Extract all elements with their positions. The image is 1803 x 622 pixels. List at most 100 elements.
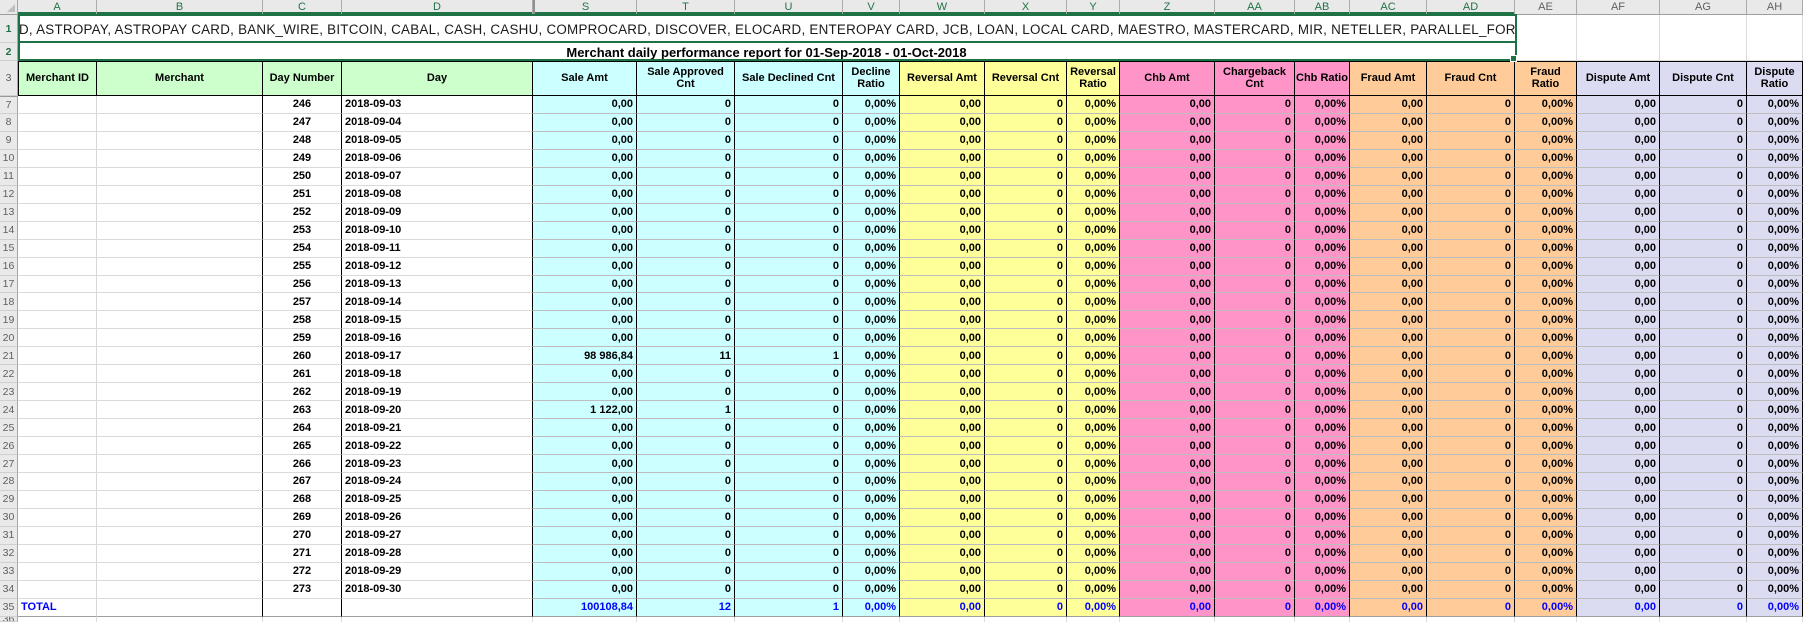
cell-A33[interactable] bbox=[18, 563, 97, 581]
cell-AE16[interactable]: 0,00% bbox=[1515, 258, 1577, 276]
cell-D18[interactable]: 2018-09-14 bbox=[342, 293, 533, 311]
cell-AE20[interactable]: 0,00% bbox=[1515, 329, 1577, 347]
cell-AC32[interactable]: 0,00 bbox=[1350, 545, 1427, 563]
cell-AB7[interactable]: 0,00% bbox=[1295, 96, 1350, 114]
cell-AE19[interactable]: 0,00% bbox=[1515, 311, 1577, 329]
cell-AF21[interactable]: 0,00 bbox=[1577, 347, 1660, 365]
cell-AD9[interactable]: 0 bbox=[1427, 132, 1515, 150]
cell-AE33[interactable]: 0,00% bbox=[1515, 563, 1577, 581]
cell-D16[interactable]: 2018-09-12 bbox=[342, 258, 533, 276]
cell-AF13[interactable]: 0,00 bbox=[1577, 204, 1660, 222]
cell-W24[interactable]: 0,00 bbox=[900, 401, 985, 419]
cell-D22[interactable]: 2018-09-18 bbox=[342, 365, 533, 383]
cell-AD27[interactable]: 0 bbox=[1427, 455, 1515, 473]
cell-T19[interactable]: 0 bbox=[637, 311, 735, 329]
row-header-18[interactable]: 18 bbox=[0, 293, 18, 311]
row-header-16[interactable]: 16 bbox=[0, 258, 18, 276]
cell-AC25[interactable]: 0,00 bbox=[1350, 419, 1427, 437]
cell-AF10[interactable]: 0,00 bbox=[1577, 150, 1660, 168]
cell-AD34[interactable]: 0 bbox=[1427, 581, 1515, 599]
cell-B19[interactable] bbox=[97, 311, 263, 329]
cell-AH28[interactable]: 0,00% bbox=[1747, 473, 1803, 491]
cell-AE13[interactable]: 0,00% bbox=[1515, 204, 1577, 222]
cell-AD19[interactable]: 0 bbox=[1427, 311, 1515, 329]
cell-W34[interactable]: 0,00 bbox=[900, 581, 985, 599]
cell-B27[interactable] bbox=[97, 455, 263, 473]
cell-D17[interactable]: 2018-09-13 bbox=[342, 276, 533, 294]
cell-A17[interactable] bbox=[18, 276, 97, 294]
cell-AE29[interactable]: 0,00% bbox=[1515, 491, 1577, 509]
cell-AB33[interactable]: 0,00% bbox=[1295, 563, 1350, 581]
cell-T27[interactable]: 0 bbox=[637, 455, 735, 473]
row-header-11[interactable]: 11 bbox=[0, 168, 18, 186]
cell-AG14[interactable]: 0 bbox=[1660, 222, 1747, 240]
row-header-22[interactable]: 22 bbox=[0, 365, 18, 383]
total-cell-V[interactable]: 0,00% bbox=[843, 599, 900, 617]
cell-D36[interactable] bbox=[342, 617, 533, 622]
cell-V18[interactable]: 0,00% bbox=[843, 293, 900, 311]
cell-AB13[interactable]: 0,00% bbox=[1295, 204, 1350, 222]
cell-A26[interactable] bbox=[18, 437, 97, 455]
cell-AF8[interactable]: 0,00 bbox=[1577, 114, 1660, 132]
cell-AH18[interactable]: 0,00% bbox=[1747, 293, 1803, 311]
cell-X15[interactable]: 0 bbox=[985, 240, 1067, 258]
cell-AD13[interactable]: 0 bbox=[1427, 204, 1515, 222]
cell-AC31[interactable]: 0,00 bbox=[1350, 527, 1427, 545]
cell-AC9[interactable]: 0,00 bbox=[1350, 132, 1427, 150]
cell-Y29[interactable]: 0,00% bbox=[1067, 491, 1120, 509]
cell-W17[interactable]: 0,00 bbox=[900, 276, 985, 294]
cell-T7[interactable]: 0 bbox=[637, 96, 735, 114]
cell-AH12[interactable]: 0,00% bbox=[1747, 186, 1803, 204]
cell-S24[interactable]: 1 122,00 bbox=[533, 401, 637, 419]
cell-A32[interactable] bbox=[18, 545, 97, 563]
cell-D28[interactable]: 2018-09-24 bbox=[342, 473, 533, 491]
cell-AH27[interactable]: 0,00% bbox=[1747, 455, 1803, 473]
cell-AD11[interactable]: 0 bbox=[1427, 168, 1515, 186]
cell-AC10[interactable]: 0,00 bbox=[1350, 150, 1427, 168]
cell-A29[interactable] bbox=[18, 491, 97, 509]
row-header-12[interactable]: 12 bbox=[0, 186, 18, 204]
select-all-corner[interactable] bbox=[0, 0, 18, 15]
row-header-21[interactable]: 21 bbox=[0, 347, 18, 365]
cell-T11[interactable]: 0 bbox=[637, 168, 735, 186]
cell-U24[interactable]: 0 bbox=[735, 401, 843, 419]
cell-AF30[interactable]: 0,00 bbox=[1577, 509, 1660, 527]
cell-W20[interactable]: 0,00 bbox=[900, 329, 985, 347]
cell-V19[interactable]: 0,00% bbox=[843, 311, 900, 329]
cell-V22[interactable]: 0,00% bbox=[843, 365, 900, 383]
cell-AC19[interactable]: 0,00 bbox=[1350, 311, 1427, 329]
cell-U12[interactable]: 0 bbox=[735, 186, 843, 204]
cell-AD18[interactable]: 0 bbox=[1427, 293, 1515, 311]
cell-Y30[interactable]: 0,00% bbox=[1067, 509, 1120, 527]
cell-W10[interactable]: 0,00 bbox=[900, 150, 985, 168]
row-header-28[interactable]: 28 bbox=[0, 473, 18, 491]
cell-T17[interactable]: 0 bbox=[637, 276, 735, 294]
total-cell-U[interactable]: 1 bbox=[735, 599, 843, 617]
cell-S11[interactable]: 0,00 bbox=[533, 168, 637, 186]
cell-T33[interactable]: 0 bbox=[637, 563, 735, 581]
cell-S9[interactable]: 0,00 bbox=[533, 132, 637, 150]
cell-A36[interactable] bbox=[18, 617, 97, 622]
row-header-29[interactable]: 29 bbox=[0, 491, 18, 509]
cell-C30[interactable]: 269 bbox=[263, 509, 342, 527]
cell-AG26[interactable]: 0 bbox=[1660, 437, 1747, 455]
cell-D21[interactable]: 2018-09-17 bbox=[342, 347, 533, 365]
cell-AH29[interactable]: 0,00% bbox=[1747, 491, 1803, 509]
cell-AH33[interactable]: 0,00% bbox=[1747, 563, 1803, 581]
row-header-23[interactable]: 23 bbox=[0, 383, 18, 401]
cell-AC23[interactable]: 0,00 bbox=[1350, 383, 1427, 401]
cell-B34[interactable] bbox=[97, 581, 263, 599]
column-title-D[interactable]: Day bbox=[342, 61, 533, 96]
cell-AA27[interactable]: 0 bbox=[1215, 455, 1295, 473]
cell-AH11[interactable]: 0,00% bbox=[1747, 168, 1803, 186]
column-header-AF[interactable]: AF bbox=[1577, 0, 1660, 15]
cell-AC21[interactable]: 0,00 bbox=[1350, 347, 1427, 365]
cell-AH17[interactable]: 0,00% bbox=[1747, 276, 1803, 294]
cell-AF18[interactable]: 0,00 bbox=[1577, 293, 1660, 311]
row-header-27[interactable]: 27 bbox=[0, 455, 18, 473]
cell-X29[interactable]: 0 bbox=[985, 491, 1067, 509]
cell-AA9[interactable]: 0 bbox=[1215, 132, 1295, 150]
cell-D30[interactable]: 2018-09-26 bbox=[342, 509, 533, 527]
column-title-AF[interactable]: Dispute Amt bbox=[1577, 61, 1660, 96]
cell-AH7[interactable]: 0,00% bbox=[1747, 96, 1803, 114]
